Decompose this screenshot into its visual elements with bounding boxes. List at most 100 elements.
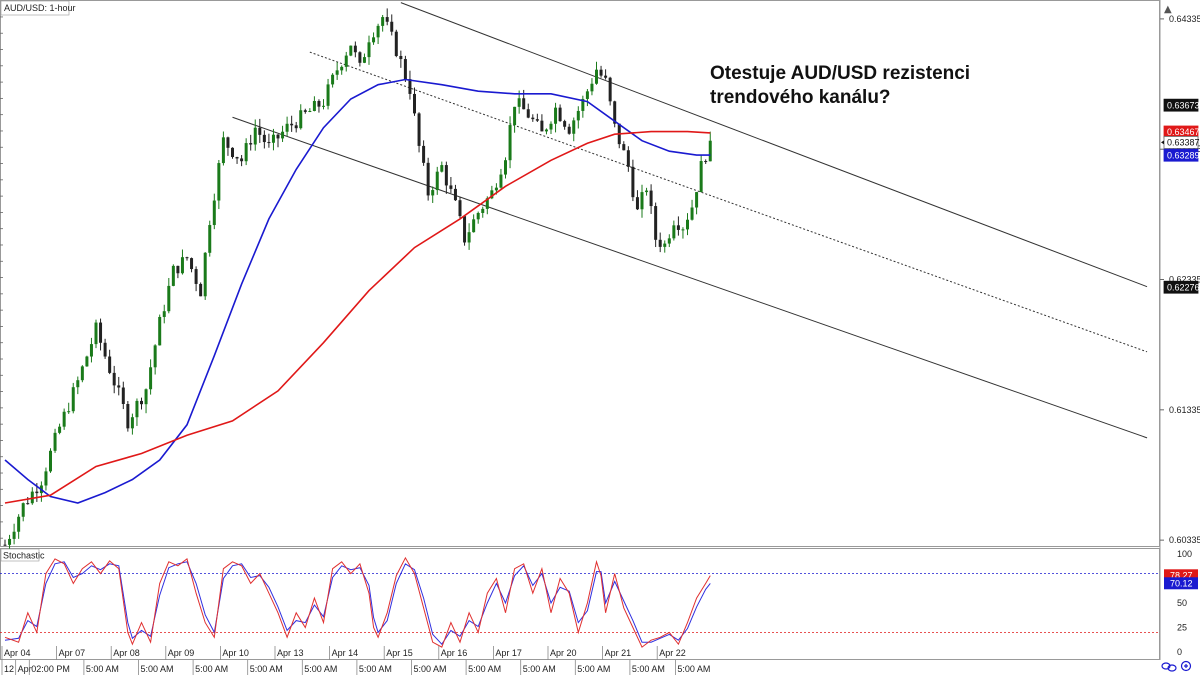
price-tag-label: 0.63387: [1167, 138, 1200, 148]
candle-body: [258, 127, 262, 135]
candle: [385, 8, 389, 26]
candle: [194, 266, 198, 292]
candle-body: [649, 190, 653, 207]
candle: [112, 365, 116, 394]
price-tag: 0.62276: [1163, 280, 1200, 294]
candle-body: [435, 171, 439, 191]
candle-body: [699, 161, 703, 193]
candle-body: [158, 316, 162, 346]
candle: [617, 123, 621, 149]
ema-blue-line: [4, 78, 711, 504]
candle: [408, 70, 412, 100]
candle-body: [303, 110, 307, 112]
candle: [622, 141, 626, 151]
candle: [590, 78, 594, 96]
candle: [399, 50, 403, 68]
candle-body: [281, 131, 285, 139]
candle: [535, 113, 539, 122]
channel-line-2: [232, 116, 1148, 439]
price-tag-label: 0.63289: [1167, 150, 1200, 160]
price-tag-label: 0.63673: [1167, 100, 1200, 110]
x-time-label: 5:00 AM: [632, 664, 665, 674]
candle-body: [631, 166, 635, 198]
candle-body: [549, 123, 553, 130]
candle: [499, 168, 503, 189]
candle: [417, 112, 421, 153]
candle: [140, 397, 143, 410]
price-chart[interactable]: 0.643350.633350.623350.613350.6033510075…: [0, 0, 1200, 675]
candle-body: [554, 107, 558, 124]
x-time-label: 5:00 AM: [195, 664, 228, 674]
candle: [62, 408, 66, 430]
candle-body: [203, 252, 207, 297]
price-tag: 0.63673: [1163, 98, 1200, 112]
candle-body: [608, 77, 612, 102]
price-tag: 0.63289: [1163, 148, 1200, 162]
stoch-tick-label: 100: [1177, 549, 1192, 559]
candle: [344, 51, 348, 72]
candle: [563, 119, 567, 130]
candle: [567, 123, 571, 135]
candle: [431, 186, 435, 203]
candle-body: [176, 265, 180, 274]
candle: [117, 376, 121, 396]
candle: [30, 487, 34, 505]
candle-body: [76, 380, 80, 388]
candle-body: [299, 110, 303, 129]
candle: [595, 61, 598, 85]
x-date-label: Apr 07: [59, 648, 86, 658]
candle-body: [544, 129, 548, 132]
candle-body: [362, 57, 366, 63]
candle: [613, 100, 617, 128]
candle-body: [394, 31, 398, 56]
x-date-label: Apr 14: [332, 648, 359, 658]
x-date-label: Apr 10: [222, 648, 249, 658]
candle: [572, 117, 576, 142]
candle: [176, 265, 180, 279]
candle: [12, 523, 16, 545]
x-time-label: 5:00 AM: [523, 664, 556, 674]
candle: [190, 257, 194, 273]
candle-body: [317, 100, 321, 107]
candle-body: [476, 212, 480, 220]
candle: [21, 502, 25, 522]
candle-body: [563, 121, 567, 127]
candle-body: [290, 123, 294, 126]
candle-body: [285, 123, 289, 132]
candle-body: [271, 134, 275, 143]
candle: [67, 402, 71, 414]
candle-body: [413, 93, 416, 114]
candle: [285, 116, 289, 137]
stoch-tick-label: 25: [1177, 623, 1187, 633]
candle-body: [417, 113, 421, 146]
candle-body: [80, 366, 84, 381]
candle-body: [231, 147, 234, 158]
candle-body: [513, 106, 517, 126]
candle: [294, 121, 298, 133]
candle-body: [622, 144, 626, 151]
candle-body: [322, 105, 325, 107]
candle-body: [153, 345, 157, 368]
settings-icon[interactable]: [1180, 660, 1192, 672]
candle: [481, 206, 485, 218]
candle-body: [44, 471, 48, 486]
candle: [699, 155, 703, 193]
candle: [549, 121, 553, 135]
annotation-line-1: Otestuje AUD/USD rezistenci: [710, 63, 970, 84]
candle-body: [108, 356, 112, 373]
candle: [544, 128, 548, 135]
candle-body: [140, 400, 143, 405]
candle: [376, 23, 380, 45]
stoch-k-line: [4, 556, 711, 648]
candle-body: [508, 125, 512, 161]
scroll-up-icon[interactable]: ▲: [1164, 4, 1172, 15]
candle-body: [576, 110, 580, 121]
candle-body: [149, 367, 153, 390]
candle: [708, 131, 712, 162]
candle: [449, 177, 453, 193]
x-time-label: 02:00 PM: [31, 664, 70, 674]
candle: [71, 382, 75, 414]
candle-body: [180, 257, 184, 274]
link-icon[interactable]: [1161, 662, 1177, 672]
candle: [203, 252, 207, 300]
